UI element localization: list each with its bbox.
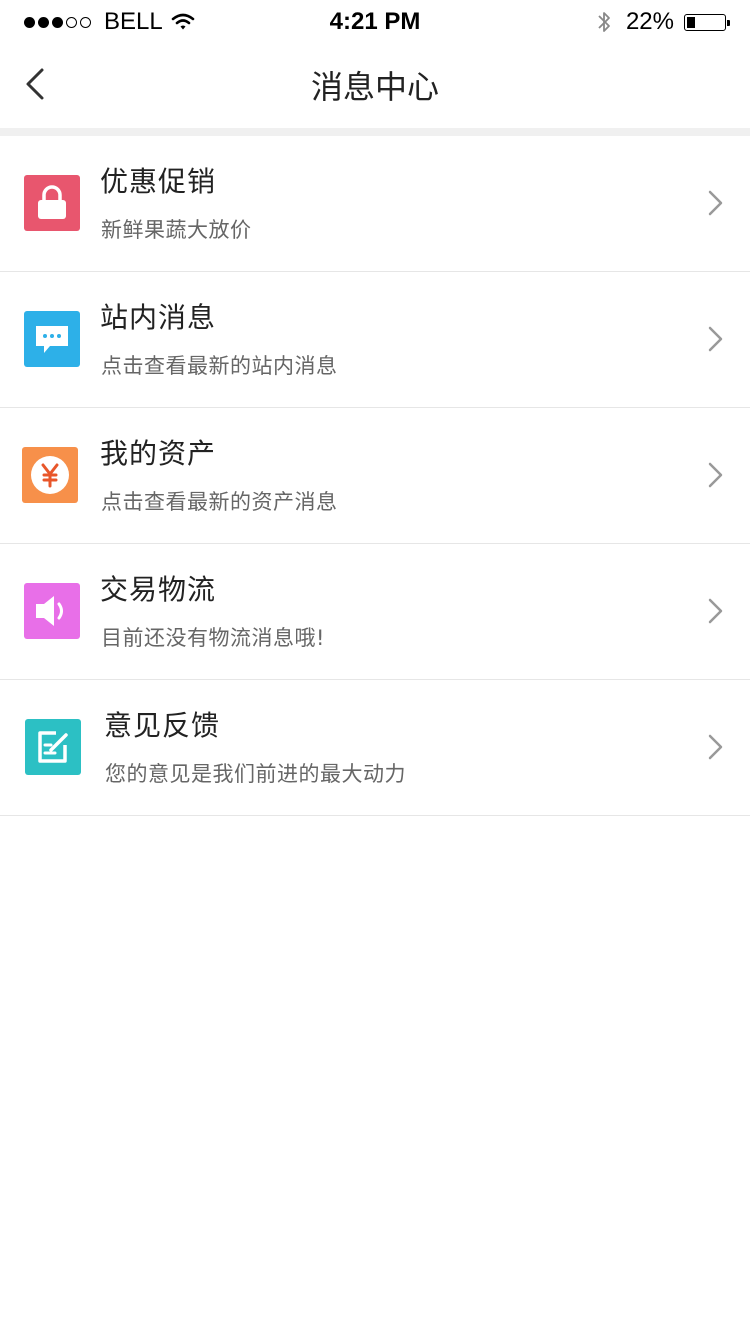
item-subtitle: 点击查看最新的资产消息 — [101, 490, 338, 514]
section-divider — [0, 128, 750, 136]
yen-icon — [22, 447, 78, 503]
battery-icon — [684, 13, 730, 31]
item-title: 优惠促销 — [100, 165, 217, 198]
item-title: 我的资产 — [100, 437, 217, 470]
chevron-right-icon — [708, 598, 723, 624]
bluetooth-icon — [598, 12, 610, 32]
chevron-right-icon — [708, 190, 723, 216]
list-item-logistics[interactable]: 交易物流 目前还没有物流消息哦! — [0, 544, 750, 680]
item-title: 交易物流 — [100, 573, 217, 606]
status-bar: BELL 4:21 PM 22% — [0, 0, 750, 40]
lock-icon — [24, 175, 80, 231]
list-item-feedback[interactable]: 意见反馈 您的意见是我们前进的最大动力 — [0, 680, 750, 816]
chat-bubble-icon — [24, 311, 80, 367]
edit-note-icon — [25, 719, 81, 775]
list-item-promotions[interactable]: 优惠促销 新鲜果蔬大放价 — [0, 136, 750, 272]
item-subtitle: 您的意见是我们前进的最大动力 — [105, 762, 406, 786]
battery-percent: 22% — [625, 8, 674, 35]
item-subtitle: 点击查看最新的站内消息 — [101, 354, 338, 378]
message-list: 优惠促销 新鲜果蔬大放价 站内消息 点击查看最新的站内消息 我的资产 点击查看最… — [0, 136, 750, 816]
list-item-assets[interactable]: 我的资产 点击查看最新的资产消息 — [0, 408, 750, 544]
item-subtitle: 新鲜果蔬大放价 — [101, 218, 252, 242]
item-subtitle: 目前还没有物流消息哦! — [101, 626, 325, 650]
item-title: 站内消息 — [100, 301, 217, 334]
chevron-right-icon — [708, 326, 723, 352]
status-right: 22% — [596, 8, 730, 36]
list-item-site-messages[interactable]: 站内消息 点击查看最新的站内消息 — [0, 272, 750, 408]
page-title: 消息中心 — [310, 68, 439, 106]
speaker-icon — [24, 583, 80, 639]
chevron-right-icon — [708, 462, 723, 488]
navigation-bar: 消息中心 — [0, 40, 750, 128]
item-title: 意见反馈 — [104, 709, 221, 742]
battery-fill — [687, 16, 695, 28]
chevron-right-icon — [708, 734, 723, 760]
